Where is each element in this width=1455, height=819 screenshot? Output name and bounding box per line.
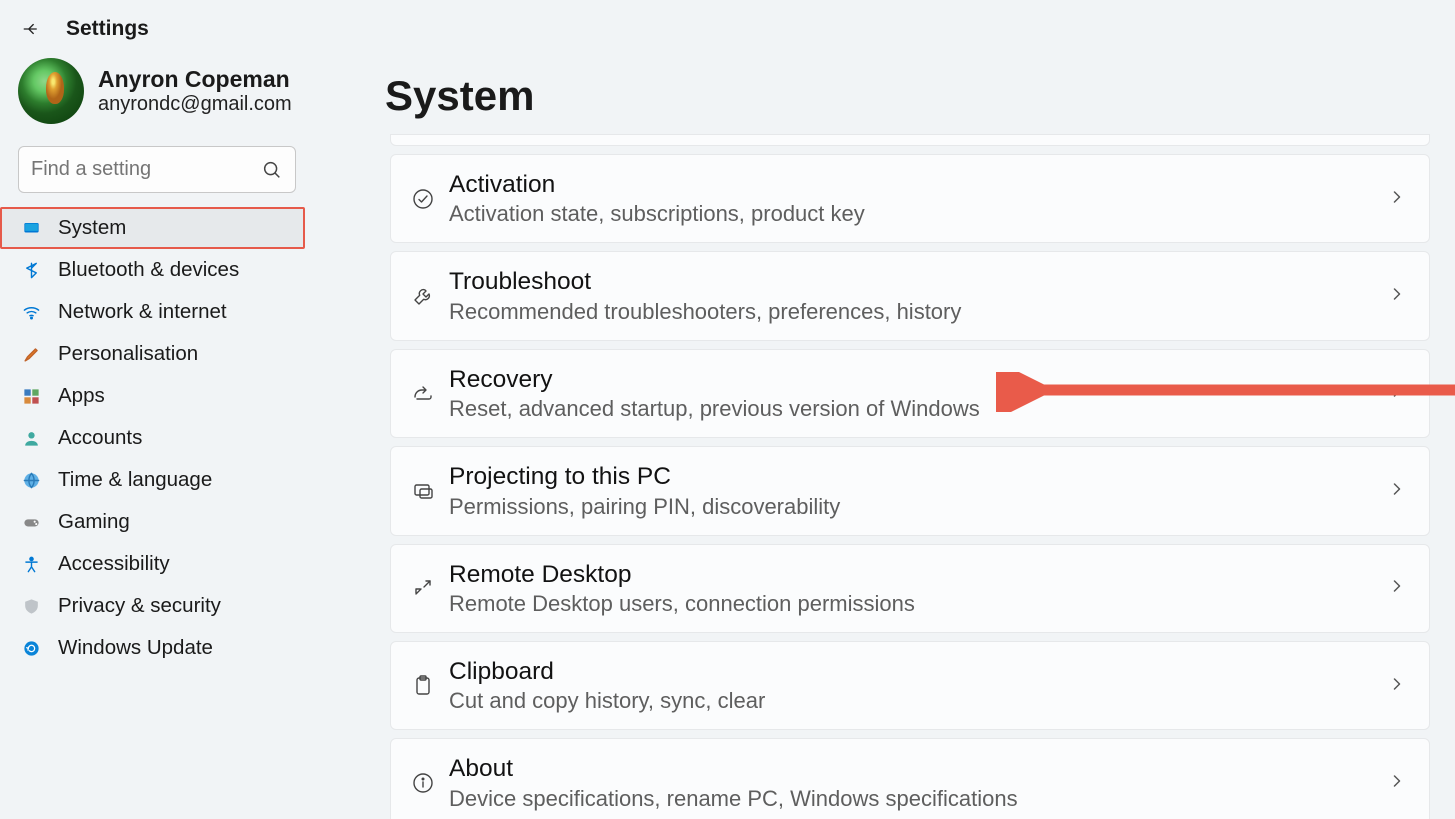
chevron-right-icon <box>1387 576 1411 600</box>
back-arrow-icon <box>22 20 40 38</box>
search-input[interactable] <box>31 158 255 181</box>
sidebar-item-bluetooth-devices[interactable]: Bluetooth & devices <box>0 249 355 291</box>
sidebar-item-system[interactable]: System <box>0 207 305 249</box>
card-title: Clipboard <box>449 657 1387 686</box>
remote-icon <box>405 570 441 606</box>
sidebar-item-label: Network & internet <box>58 300 227 324</box>
avatar <box>18 58 84 124</box>
sidebar-item-label: Apps <box>58 384 105 408</box>
card-title: Remote Desktop <box>449 560 1387 589</box>
setting-card-recovery[interactable]: Recovery Reset, advanced startup, previo… <box>390 349 1430 438</box>
apps-icon <box>20 387 42 406</box>
sidebar: Settings Anyron Copeman anyrondc@gmail.c… <box>0 0 355 819</box>
clipboard-icon <box>405 668 441 704</box>
sidebar-item-label: Bluetooth & devices <box>58 258 239 282</box>
chevron-right-icon <box>1387 381 1411 405</box>
nav: System Bluetooth & devices Network & int… <box>0 205 355 671</box>
setting-card-about[interactable]: About Device specifications, rename PC, … <box>390 738 1430 819</box>
app-title: Settings <box>66 17 149 41</box>
brush-icon <box>20 345 42 364</box>
chevron-right-icon <box>1387 187 1411 211</box>
sidebar-item-accounts[interactable]: Accounts <box>0 417 355 459</box>
shield-icon <box>20 597 42 616</box>
chevron-right-icon <box>1387 771 1411 795</box>
monitor-icon <box>20 219 42 238</box>
globe-icon <box>20 471 42 490</box>
main: System Activation Activation state, subs… <box>355 0 1455 819</box>
wifi-icon <box>20 303 42 322</box>
sidebar-item-gaming[interactable]: Gaming <box>0 501 355 543</box>
sidebar-item-label: Time & language <box>58 468 212 492</box>
sidebar-item-label: Windows Update <box>58 636 213 660</box>
bluetooth-icon <box>20 261 42 280</box>
sidebar-item-windows-update[interactable]: Windows Update <box>0 627 355 669</box>
card-desc: Activation state, subscriptions, product… <box>449 201 1387 227</box>
card-title: Troubleshoot <box>449 267 1387 296</box>
sidebar-item-label: Accounts <box>58 426 142 450</box>
setting-card-clipboard[interactable]: Clipboard Cut and copy history, sync, cl… <box>390 641 1430 730</box>
card-desc: Cut and copy history, sync, clear <box>449 688 1387 714</box>
settings-list: Activation Activation state, subscriptio… <box>390 134 1455 819</box>
gamepad-icon <box>20 513 42 532</box>
card-desc: Recommended troubleshooters, preferences… <box>449 299 1387 325</box>
card-desc: Permissions, pairing PIN, discoverabilit… <box>449 494 1387 520</box>
chevron-right-icon <box>1387 674 1411 698</box>
sidebar-item-time-language[interactable]: Time & language <box>0 459 355 501</box>
sidebar-item-label: Personalisation <box>58 342 198 366</box>
check-circle-icon <box>405 181 441 217</box>
card-title: Activation <box>449 170 1387 199</box>
sidebar-item-network-internet[interactable]: Network & internet <box>0 291 355 333</box>
search-icon <box>261 159 283 186</box>
list-item-partial[interactable] <box>390 134 1430 146</box>
card-desc: Device specifications, rename PC, Window… <box>449 786 1387 812</box>
sidebar-item-accessibility[interactable]: Accessibility <box>0 543 355 585</box>
setting-card-projecting-to-this-pc[interactable]: Projecting to this PC Permissions, pairi… <box>390 446 1430 535</box>
setting-card-activation[interactable]: Activation Activation state, subscriptio… <box>390 154 1430 243</box>
setting-card-remote-desktop[interactable]: Remote Desktop Remote Desktop users, con… <box>390 544 1430 633</box>
card-title: Projecting to this PC <box>449 462 1387 491</box>
back-button[interactable] <box>18 16 44 42</box>
card-title: About <box>449 754 1387 783</box>
sidebar-item-label: Accessibility <box>58 552 170 576</box>
chevron-right-icon <box>1387 284 1411 308</box>
accessibility-icon <box>20 555 42 574</box>
sidebar-item-label: Gaming <box>58 510 130 534</box>
page-title: System <box>385 72 1455 120</box>
sidebar-item-apps[interactable]: Apps <box>0 375 355 417</box>
card-desc: Reset, advanced startup, previous versio… <box>449 396 1387 422</box>
info-icon <box>405 765 441 801</box>
sidebar-item-personalisation[interactable]: Personalisation <box>0 333 355 375</box>
search-input-wrap[interactable] <box>18 146 296 193</box>
chevron-right-icon <box>1387 479 1411 503</box>
card-desc: Remote Desktop users, connection permiss… <box>449 591 1387 617</box>
setting-card-troubleshoot[interactable]: Troubleshoot Recommended troubleshooters… <box>390 251 1430 340</box>
user-name: Anyron Copeman <box>98 66 292 94</box>
sidebar-item-label: Privacy & security <box>58 594 221 618</box>
recovery-icon <box>405 375 441 411</box>
user-block[interactable]: Anyron Copeman anyrondc@gmail.com <box>0 42 355 134</box>
person-icon <box>20 429 42 448</box>
user-email: anyrondc@gmail.com <box>98 93 292 116</box>
wrench-icon <box>405 278 441 314</box>
project-icon <box>405 473 441 509</box>
sidebar-item-label: System <box>58 216 126 240</box>
update-icon <box>20 639 42 658</box>
card-title: Recovery <box>449 365 1387 394</box>
sidebar-item-privacy-security[interactable]: Privacy & security <box>0 585 355 627</box>
